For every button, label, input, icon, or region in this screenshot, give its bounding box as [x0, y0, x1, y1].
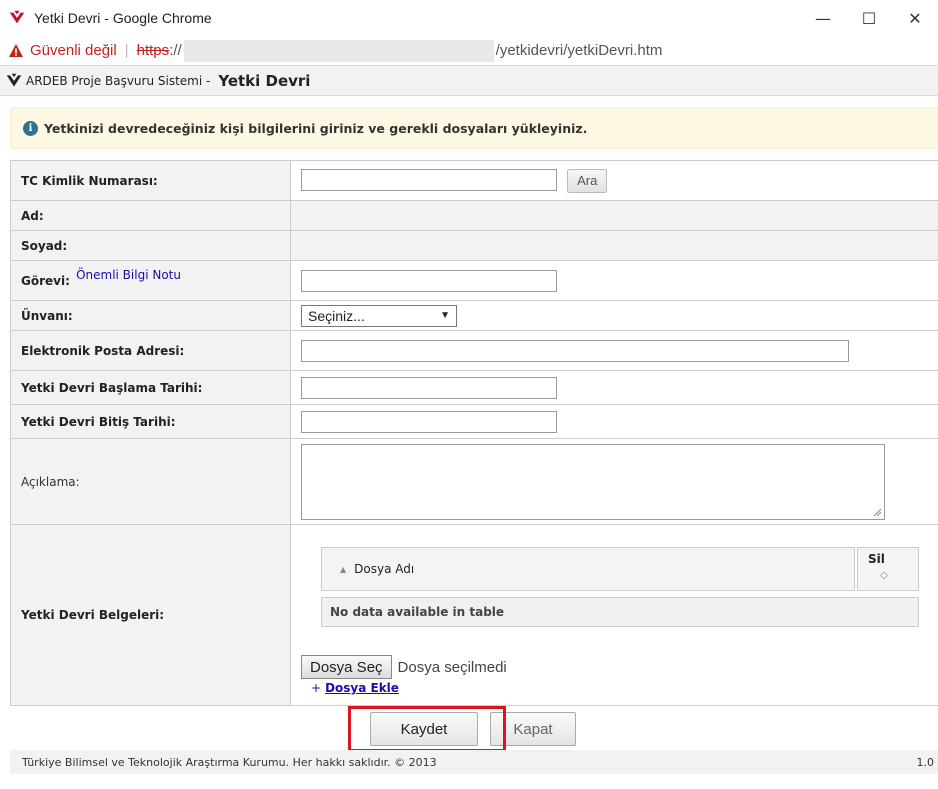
version-text: 1.0: [916, 755, 935, 769]
url-scheme: https: [136, 42, 170, 59]
delegation-form: TC Kimlik Numarası: Ara Ad: Soyad: Görev…: [10, 160, 938, 706]
dropdown-arrow-icon: ▼: [440, 310, 450, 321]
search-button[interactable]: Ara: [567, 168, 608, 193]
email-input[interactable]: [301, 339, 849, 362]
filename-column-label: Dosya Adı: [354, 562, 415, 576]
description-label: Açıklama:: [10, 438, 291, 525]
form-row-end-date: Yetki Devri Bitiş Tarihi:: [10, 404, 938, 439]
tubitak-logo-icon: [6, 73, 22, 87]
documents-label: Yetki Devri Belgeleri:: [10, 524, 291, 706]
gorev-label: Görevi:: [21, 273, 70, 288]
start-date-label: Yetki Devri Başlama Tarihi:: [10, 370, 291, 405]
important-note-link[interactable]: Önemli Bilgi Notu: [76, 268, 181, 282]
form-row-description: Açıklama:: [10, 438, 938, 525]
tc-cell: Ara: [290, 160, 938, 201]
gorev-label-cell: Görevi: Önemli Bilgi Notu: [10, 260, 291, 301]
start-date-input[interactable]: [301, 376, 557, 399]
info-alert: i Yetkinizi devredeceğiniz kişi bilgiler…: [10, 107, 938, 149]
resize-grip-icon[interactable]: [872, 507, 882, 517]
file-chooser: Dosya Seç Dosya seçilmedi: [301, 655, 507, 679]
form-row-start-date: Yetki Devri Başlama Tarihi:: [10, 370, 938, 405]
add-file-link-row: + Dosya Ekle: [311, 681, 399, 695]
security-status[interactable]: Güvenli değil: [30, 42, 117, 59]
end-date-input[interactable]: [301, 410, 557, 433]
end-date-label: Yetki Devri Bitiş Tarihi:: [10, 404, 291, 439]
save-button-highlight: [348, 706, 506, 752]
unvan-select[interactable]: Seçiniz... ▼: [301, 304, 457, 327]
unvan-cell: Seçiniz... ▼: [290, 300, 938, 331]
form-row-email: Elektronik Posta Adresi:: [10, 330, 938, 371]
url-redacted: [183, 39, 494, 62]
soyad-label: Soyad:: [10, 230, 291, 261]
window-titlebar: Yetki Devri - Google Chrome — ☐ ✕: [0, 0, 938, 36]
choose-file-button[interactable]: Dosya Seç: [301, 655, 392, 679]
description-cell: [290, 438, 938, 525]
url-scheme-separator: ://: [169, 42, 182, 59]
page-title: Yetki Devri: [218, 71, 311, 90]
window-title: Yetki Devri - Google Chrome: [34, 10, 212, 26]
no-file-text: Dosya seçilmedi: [397, 658, 507, 676]
email-cell: [290, 330, 938, 371]
form-row-unvan: Ünvanı: Seçiniz... ▼: [10, 300, 938, 331]
form-row-tc: TC Kimlik Numarası: Ara: [10, 160, 938, 201]
tc-input[interactable]: [301, 168, 557, 191]
form-row-ad: Ad:: [10, 200, 938, 231]
ad-label: Ad:: [10, 200, 291, 231]
start-date-cell: [290, 370, 938, 405]
email-label: Elektronik Posta Adresi:: [10, 330, 291, 371]
form-row-gorev: Görevi: Önemli Bilgi Notu: [10, 260, 938, 301]
add-file-link[interactable]: Dosya Ekle: [325, 681, 399, 695]
gorev-input[interactable]: [301, 269, 557, 292]
ad-value: [290, 200, 938, 231]
minimize-button[interactable]: —: [800, 0, 846, 36]
url-path: /yetkidevri/yetkiDevri.htm: [495, 42, 663, 59]
column-header-filename[interactable]: ▲ Dosya Adı: [321, 547, 855, 591]
info-icon: i: [23, 120, 38, 136]
column-header-delete[interactable]: Sil ◇: [857, 547, 919, 591]
description-textarea[interactable]: [301, 443, 885, 520]
sort-asc-icon: ▲: [340, 564, 347, 574]
end-date-cell: [290, 404, 938, 439]
documents-container: ▲ Dosya Adı Sil ◇ No data available in t…: [301, 525, 938, 705]
info-message: Yetkinizi devredeceğiniz kişi bilgilerin…: [44, 120, 588, 136]
maximize-button[interactable]: ☐: [846, 0, 892, 36]
copyright-text: Türkiye Bilimsel ve Teknolojik Araştırma…: [22, 755, 437, 769]
unvan-selected: Seçiniz...: [308, 307, 365, 324]
sort-both-icon: ◇: [880, 570, 888, 581]
form-row-soyad: Soyad:: [10, 230, 938, 261]
plus-icon: +: [311, 681, 322, 695]
page-header: ARDEB Proje Başvuru Sistemi - Yetki Devr…: [0, 66, 938, 96]
tubitak-logo-icon: [9, 10, 25, 24]
form-row-documents: Yetki Devri Belgeleri: ▲ Dosya Adı Sil ◇…: [10, 524, 938, 706]
tc-label: TC Kimlik Numarası:: [10, 160, 291, 201]
delete-column-label: Sil: [868, 552, 885, 566]
documents-cell: ▲ Dosya Adı Sil ◇ No data available in t…: [290, 524, 938, 706]
page-footer: Türkiye Bilimsel ve Teknolojik Araştırma…: [10, 750, 938, 774]
address-bar[interactable]: Güvenli değil | https :// /yetkidevri/ye…: [0, 36, 938, 66]
address-separator: |: [124, 42, 129, 59]
unvan-label: Ünvanı:: [10, 300, 291, 331]
close-window-button[interactable]: ✕: [892, 0, 938, 36]
empty-table-message: No data available in table: [321, 597, 919, 627]
system-name: ARDEB Proje Başvuru Sistemi -: [26, 73, 211, 88]
gorev-cell: [290, 260, 938, 301]
soyad-value: [290, 230, 938, 261]
warning-icon[interactable]: [8, 43, 24, 59]
